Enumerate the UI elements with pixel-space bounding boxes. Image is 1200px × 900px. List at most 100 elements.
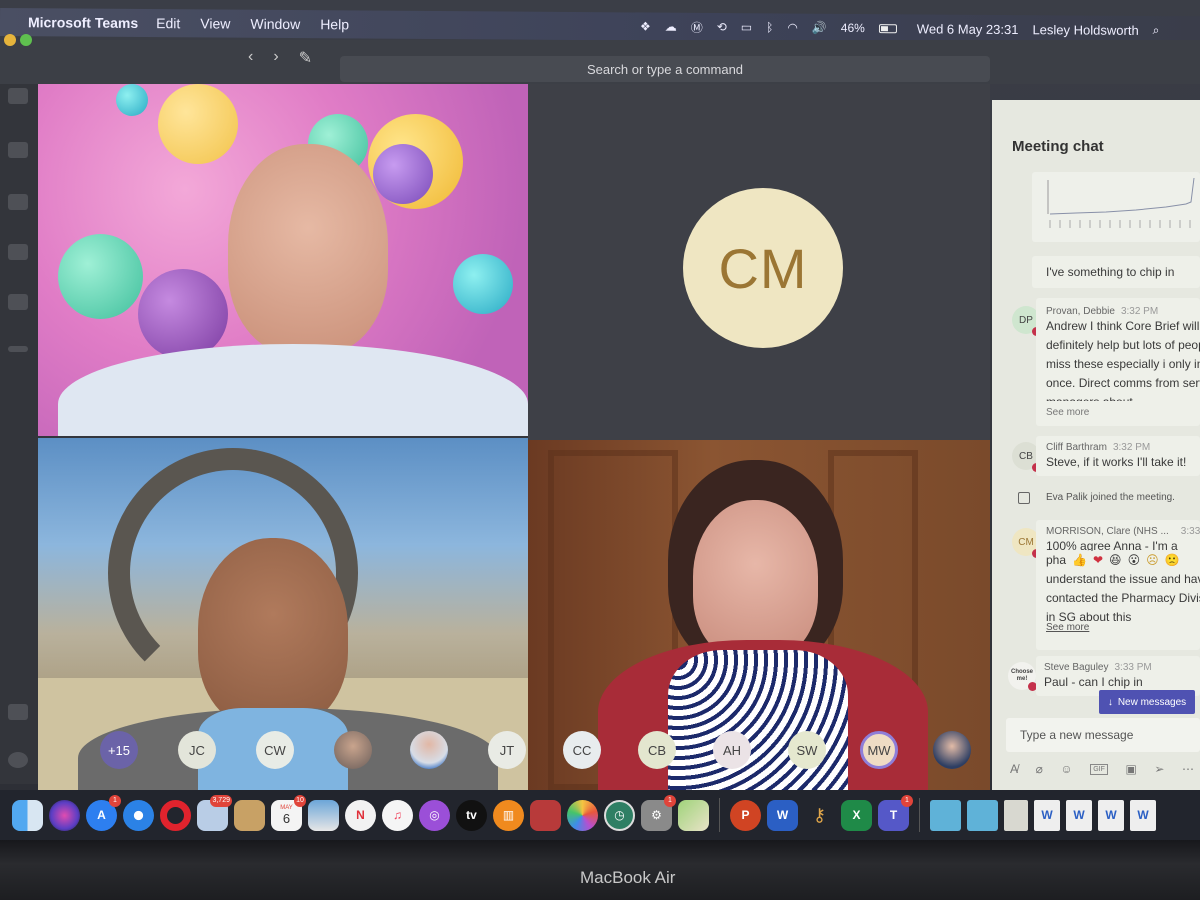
activity-icon[interactable] (8, 88, 28, 104)
participant-avatar[interactable]: CW (256, 731, 294, 769)
back-button[interactable]: ‹ (248, 48, 253, 68)
participant-avatar[interactable]: CC (563, 731, 601, 769)
dock-document[interactable] (1004, 799, 1028, 831)
video-tile-1[interactable] (38, 84, 528, 436)
dock-mail[interactable]: 3,729 (197, 794, 232, 831)
see-more-link[interactable]: See more (1046, 407, 1200, 418)
bluetooth-icon[interactable]: ᛒ (766, 20, 773, 34)
malwarebytes-icon[interactable]: Ⓜ (691, 18, 703, 35)
see-more-link[interactable]: See more (1046, 622, 1200, 633)
dock-maps[interactable] (678, 799, 709, 831)
teams-icon[interactable] (8, 194, 28, 210)
dock-finder[interactable] (12, 799, 43, 831)
emoji-icon[interactable]: ☺ (1060, 762, 1072, 776)
clock[interactable]: Wed 6 May 23:31 (917, 21, 1019, 37)
dock-word-document[interactable]: W (1034, 799, 1060, 831)
user-name[interactable]: Lesley Holdsworth (1032, 22, 1138, 38)
attach-icon[interactable]: ⌀ (1036, 762, 1043, 776)
dock-podcasts[interactable]: ◎ (419, 799, 450, 831)
chat-image-message[interactable] (1032, 172, 1200, 242)
dock-tv[interactable]: tv (456, 799, 487, 831)
dock-photos[interactable] (567, 799, 598, 831)
menu-help[interactable]: Help (320, 16, 349, 32)
chat-time: 3:32 PM (1112, 442, 1151, 453)
dock-opera[interactable] (160, 799, 191, 831)
reaction-like[interactable]: 👍 (1072, 551, 1087, 570)
dock-app-store[interactable]: A1 (86, 794, 121, 831)
dock-music[interactable]: ♫ (382, 799, 413, 831)
window-zoom-button[interactable] (20, 34, 32, 46)
cloud-alert-icon[interactable]: ☁ (665, 20, 677, 34)
airplay-icon[interactable]: ▭ (741, 20, 752, 34)
wifi-icon[interactable]: ◠ (787, 20, 798, 34)
dock-word-document[interactable]: W (1130, 799, 1156, 831)
participant-avatar[interactable]: JC (178, 731, 216, 769)
dock-keychain-access[interactable]: ⚷ (804, 800, 835, 831)
calls-icon[interactable] (8, 244, 28, 260)
new-messages-button[interactable]: ↓ New messages (1099, 690, 1195, 714)
reaction-sad[interactable]: ☹ (1146, 551, 1159, 570)
volume-icon[interactable]: 🔊 (812, 21, 827, 35)
dock-word-document[interactable]: W (1098, 799, 1124, 831)
participant-avatar[interactable]: JT (488, 731, 526, 769)
more-icon[interactable]: ⋯ (1182, 762, 1194, 776)
more-apps-icon[interactable] (8, 346, 28, 352)
chat-message[interactable]: Cliff Barthram 3:32 PM Steve, if it works… (1036, 436, 1200, 476)
dock-time-machine[interactable]: ◷ (604, 799, 635, 831)
dock-photo-booth[interactable] (530, 799, 561, 831)
dock-calendar[interactable]: MAY 6 10 (271, 794, 306, 831)
menu-app-name[interactable]: Microsoft Teams (28, 14, 138, 31)
chat-message[interactable]: MORRISON, Clare (NHS ... 3:33 PM 100% agr… (1036, 520, 1200, 650)
sticker-icon[interactable]: ▣ (1125, 762, 1136, 776)
new-chat-button[interactable]: ✎ (299, 48, 312, 68)
participant-photo-avatar[interactable] (334, 731, 372, 769)
dock-siri[interactable] (49, 799, 80, 831)
dock-news[interactable]: N (345, 799, 376, 831)
dock-applications-folder[interactable] (930, 799, 961, 831)
message-compose-box[interactable]: Type a new message (1006, 718, 1200, 752)
participant-photo-avatar[interactable] (933, 731, 971, 769)
chat-message-body: pha (1046, 553, 1067, 567)
participant-avatar[interactable]: SW (788, 731, 826, 769)
menu-window[interactable]: Window (250, 16, 300, 32)
forward-button[interactable]: › (273, 48, 278, 68)
spotlight-search-icon[interactable]: ⌕ (1153, 23, 1160, 38)
reaction-laugh[interactable]: 😆 (1109, 551, 1122, 570)
window-minimize-button[interactable] (4, 34, 16, 46)
command-search-box[interactable]: Search or type a command (340, 56, 990, 82)
dock-system-preferences[interactable]: ⚙ 1 (641, 794, 676, 831)
dock-word[interactable]: W (767, 799, 798, 831)
chat-message-self[interactable]: I've something to chip in (1032, 256, 1200, 288)
chat-message-body: I've something to chip in (1046, 264, 1175, 279)
dock-safari[interactable] (123, 799, 154, 831)
menu-view[interactable]: View (200, 15, 230, 31)
reaction-angry[interactable]: 🙁 (1165, 551, 1180, 570)
send-icon[interactable]: ➢ (1154, 762, 1164, 776)
participant-overflow-button[interactable]: +15 (100, 731, 138, 769)
gif-icon[interactable]: GIF (1090, 763, 1108, 775)
dock-powerpoint[interactable]: P (730, 799, 761, 831)
help-icon[interactable] (8, 752, 28, 768)
dock-preview[interactable] (308, 799, 339, 831)
time-machine-icon[interactable]: ⟲ (717, 20, 727, 34)
reaction-heart[interactable]: ❤ (1093, 551, 1103, 570)
files-icon[interactable] (8, 294, 28, 310)
reaction-surprised[interactable]: 😮 (1128, 551, 1141, 570)
menu-edit[interactable]: Edit (156, 15, 180, 31)
participant-photo-avatar[interactable] (410, 731, 448, 769)
participant-avatar[interactable]: AH (713, 731, 751, 769)
chat-icon[interactable] (8, 142, 28, 158)
participant-avatar[interactable]: CB (638, 731, 676, 769)
dock-contacts[interactable] (234, 799, 265, 831)
dropbox-icon[interactable]: ❖ (640, 19, 651, 33)
dock-teams[interactable]: T1 (878, 794, 913, 831)
chat-message[interactable]: Provan, Debbie 3:32 PM Andrew I think Cor… (1036, 298, 1200, 426)
apps-icon[interactable] (8, 704, 28, 720)
dock-excel[interactable]: X (841, 799, 872, 831)
dock-word-document[interactable]: W (1066, 799, 1092, 831)
battery-icon[interactable] (878, 23, 897, 33)
format-icon[interactable]: A̸ (1010, 762, 1018, 776)
dock-documents-folder[interactable] (967, 799, 998, 831)
dock-books[interactable]: ▥ (493, 799, 524, 831)
participant-avatar-speaking[interactable]: MW (860, 731, 898, 769)
